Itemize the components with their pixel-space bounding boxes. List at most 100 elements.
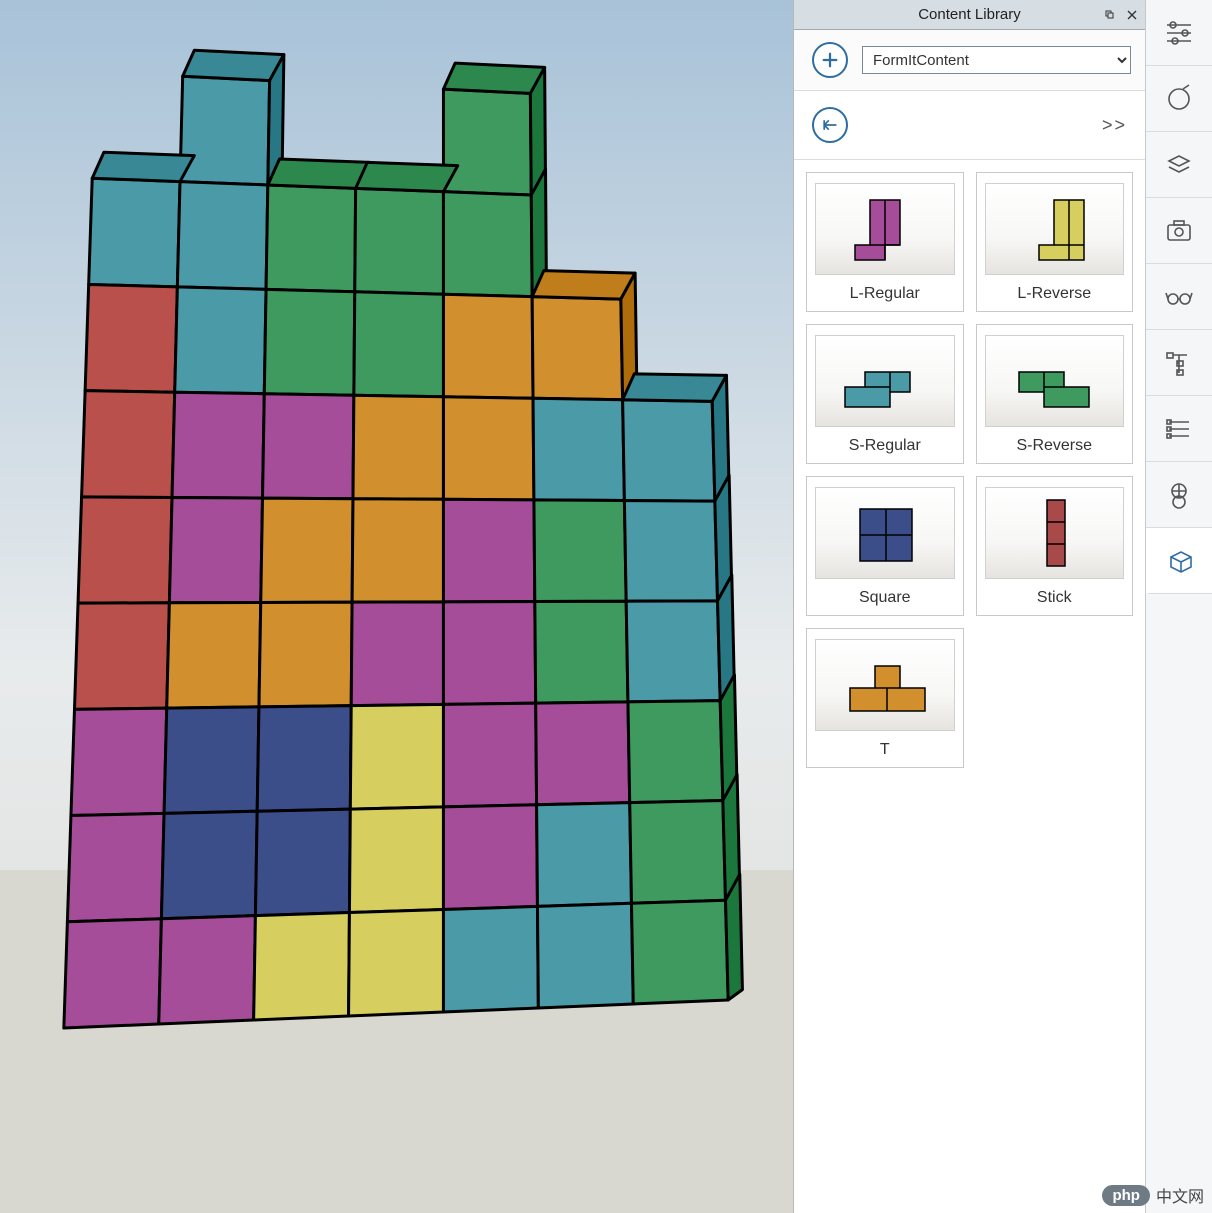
block — [354, 292, 444, 397]
levels-icon — [1163, 413, 1195, 445]
block — [443, 703, 536, 807]
more-button[interactable]: >> — [1102, 115, 1127, 136]
block-top — [443, 63, 544, 93]
block — [349, 807, 443, 913]
block — [630, 800, 726, 903]
add-library-button[interactable] — [812, 42, 848, 78]
block — [167, 602, 261, 708]
library-item-l-reverse[interactable]: L-Reverse — [976, 172, 1134, 312]
sliders-icon — [1163, 17, 1195, 49]
library-item-label: S-Regular — [849, 437, 921, 455]
library-item-t[interactable]: T — [806, 628, 964, 768]
block-top — [268, 159, 370, 188]
block — [350, 704, 443, 809]
library-item-label: T — [880, 741, 890, 759]
library-item-s-reverse[interactable]: S-Reverse — [976, 324, 1134, 464]
block — [164, 707, 259, 814]
library-item-l-regular[interactable]: L-Regular — [806, 172, 964, 312]
block — [255, 809, 350, 916]
block-top — [92, 152, 194, 181]
dock-icon[interactable] — [1103, 8, 1117, 22]
back-button[interactable] — [812, 107, 848, 143]
block — [443, 294, 533, 398]
properties-tool[interactable] — [1146, 0, 1212, 66]
block — [351, 602, 443, 706]
block — [78, 497, 172, 603]
block — [631, 900, 728, 1004]
block — [64, 919, 162, 1028]
block — [443, 192, 532, 297]
panel-toolbar: FormItContent — [794, 30, 1145, 91]
library-item-label: L-Regular — [850, 285, 920, 303]
stack-icon — [1163, 149, 1195, 181]
block — [533, 398, 624, 500]
brush-icon — [1163, 83, 1195, 115]
block — [89, 178, 180, 287]
block — [85, 284, 177, 392]
block — [443, 602, 535, 705]
block — [261, 498, 353, 602]
content-library-panel: Content Library FormItContent >> — [794, 0, 1146, 1213]
block — [624, 501, 717, 602]
thumbnail-stick — [985, 487, 1125, 579]
block — [172, 392, 264, 498]
block — [443, 906, 538, 1012]
close-icon[interactable] — [1125, 8, 1139, 22]
library-item-s-regular[interactable]: S-Regular — [806, 324, 964, 464]
block — [352, 499, 443, 602]
library-item-label: Stick — [1037, 589, 1072, 607]
block — [159, 916, 256, 1024]
block — [349, 909, 444, 1016]
styles-tool[interactable] — [1146, 264, 1212, 330]
materials-tool[interactable] — [1146, 66, 1212, 132]
groups-tool[interactable] — [1146, 330, 1212, 396]
block — [355, 188, 444, 294]
library-item-label: Square — [859, 589, 911, 607]
block — [71, 708, 167, 815]
right-toolbar — [1146, 0, 1212, 1213]
block — [180, 76, 270, 185]
thumbnail-square — [815, 487, 955, 579]
block — [82, 391, 175, 498]
block — [443, 397, 533, 500]
camera-icon — [1163, 215, 1195, 247]
thumbnail-s-regular — [815, 335, 955, 427]
levels-tool[interactable] — [1146, 396, 1212, 462]
block — [443, 805, 537, 910]
panel-header: Content Library — [794, 0, 1145, 30]
block — [628, 701, 723, 803]
library-item-label: S-Reverse — [1016, 437, 1092, 455]
block — [536, 702, 630, 805]
viewport-3d[interactable] — [0, 0, 794, 1213]
block-top — [356, 162, 458, 191]
library-item-stick[interactable]: Stick — [976, 476, 1134, 616]
block — [443, 89, 531, 195]
block — [353, 395, 443, 499]
block — [534, 500, 626, 602]
panel-nav: >> — [794, 91, 1145, 160]
block — [537, 803, 632, 907]
block — [266, 185, 356, 292]
block — [169, 497, 262, 602]
sun-tool[interactable] — [1146, 462, 1212, 528]
block — [263, 394, 354, 499]
block — [161, 811, 257, 918]
scenes-tool[interactable] — [1146, 198, 1212, 264]
block — [177, 182, 267, 290]
block — [74, 603, 169, 710]
block — [67, 813, 164, 921]
library-item-square[interactable]: Square — [806, 476, 964, 616]
block — [254, 913, 350, 1020]
block — [535, 601, 628, 703]
block — [537, 903, 633, 1008]
block-top — [183, 50, 284, 80]
block — [532, 297, 622, 400]
content-library-tool[interactable] — [1146, 528, 1212, 594]
layers-tool[interactable] — [1146, 132, 1212, 198]
box-icon — [1165, 545, 1197, 577]
thumbnail-s-reverse — [985, 335, 1125, 427]
library-select[interactable]: FormItContent — [862, 46, 1131, 74]
tree-icon — [1163, 347, 1195, 379]
block — [259, 602, 352, 707]
glasses-icon — [1163, 281, 1195, 313]
